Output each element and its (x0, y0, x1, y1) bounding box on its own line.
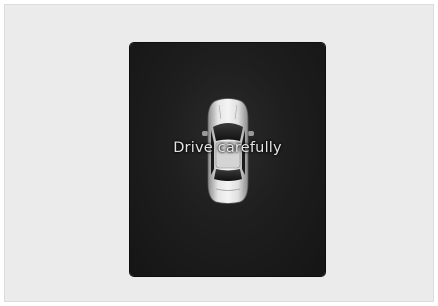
drive-carefully-message: Drive carefully (173, 140, 282, 156)
background-frame: Drive carefully (4, 4, 434, 302)
cluster-display-screen: Drive carefully (130, 43, 325, 276)
